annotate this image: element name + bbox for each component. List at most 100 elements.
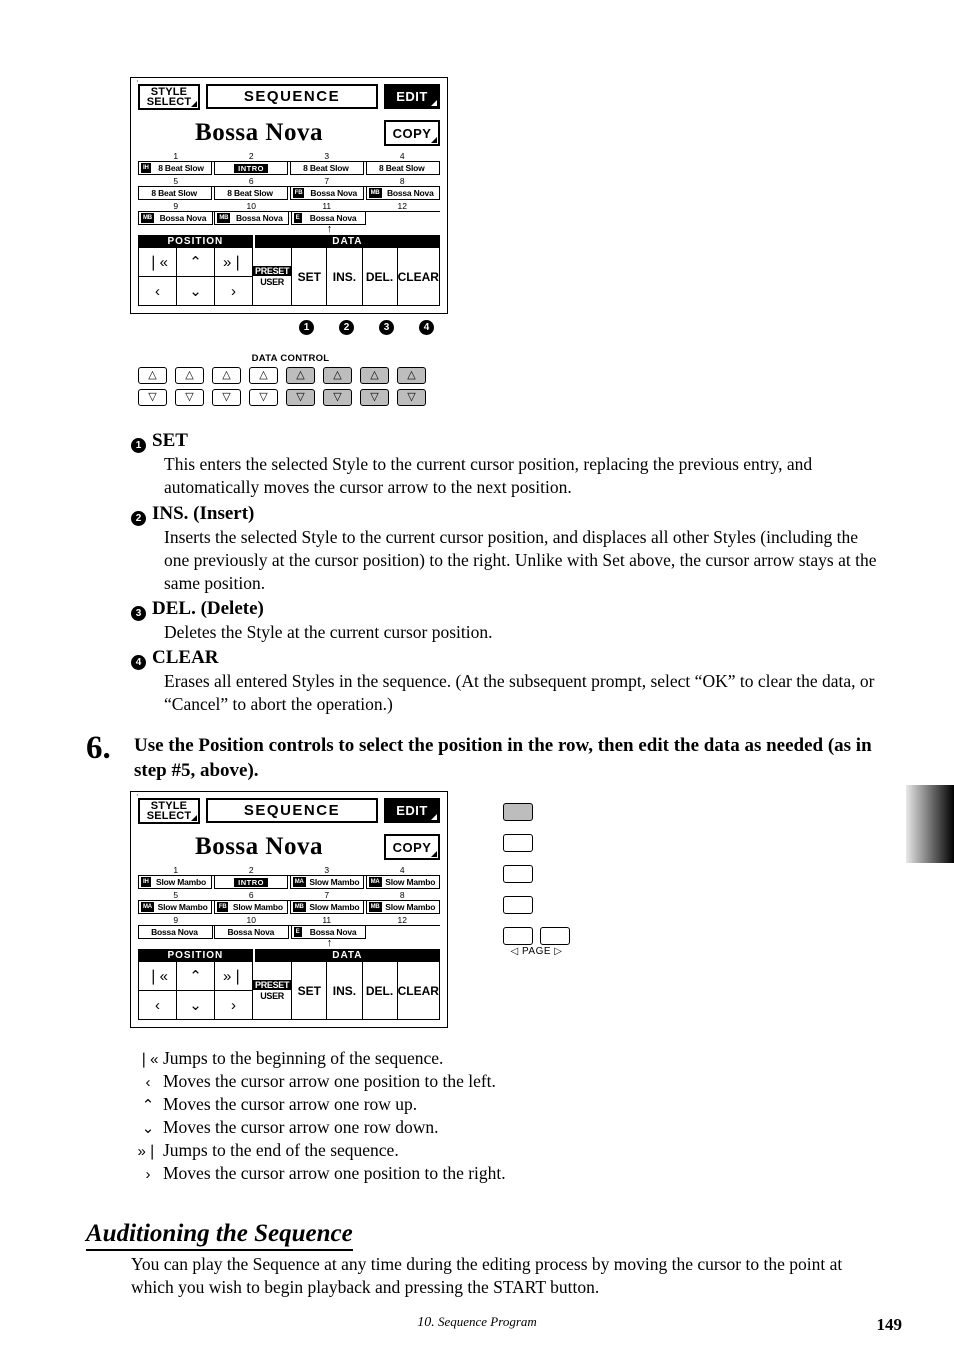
callout-number: 1 — [299, 320, 314, 335]
move-left-button[interactable]: ‹ — [139, 991, 176, 1019]
page-prev-button[interactable] — [503, 927, 533, 945]
row-down-button[interactable]: ⌄ — [177, 277, 214, 305]
sequence-cell-label: Slow Mambo — [385, 901, 436, 912]
item-title: SET — [152, 430, 188, 451]
item-body: Deletes the Style at the current cursor … — [164, 622, 493, 642]
section-badge: MA — [368, 877, 382, 887]
preset-user-toggle[interactable]: PRESET USER — [253, 962, 293, 1019]
sequence-cell-row: MB Bossa Nova MB Bossa Nova E Bossa Nova — [138, 211, 440, 225]
delete-button[interactable]: DEL. — [363, 962, 398, 1019]
section-badge: FB — [216, 902, 229, 912]
data-control-down-button[interactable]: ▽ — [397, 389, 426, 406]
row-up-button[interactable]: ⌃ — [177, 248, 214, 277]
insert-button[interactable]: INS. — [327, 248, 363, 305]
move-right-button[interactable]: › — [215, 277, 252, 305]
position-number: 12 — [397, 915, 407, 925]
preset-user-toggle[interactable]: PRESET USER — [253, 248, 293, 305]
copy-label: COPY — [392, 125, 432, 141]
data-control-down-button[interactable]: ▽ — [323, 389, 352, 406]
legend-text: Jumps to the end of the sequence. — [163, 1140, 399, 1160]
position-number: 3 — [324, 865, 330, 875]
row-up-button[interactable]: ⌃ — [177, 962, 214, 991]
data-control-down-button[interactable]: ▽ — [138, 389, 167, 406]
position-number: 8 — [399, 890, 405, 900]
data-control-down-button[interactable]: ▽ — [360, 389, 389, 406]
data-control-up-button[interactable]: △ — [212, 367, 241, 384]
style-select-button[interactable]: STYLE SELECT — [138, 798, 200, 824]
data-control-up-button[interactable]: △ — [323, 367, 352, 384]
sequence-cell[interactable]: MB Bossa Nova — [365, 187, 440, 200]
callout-number: 2 — [339, 320, 354, 335]
jump-start-button[interactable]: ❘« — [139, 962, 176, 991]
copy-button[interactable]: COPY — [384, 834, 440, 860]
jump-end-button[interactable]: »❘ — [215, 248, 252, 277]
sequence-cell[interactable]: 8 Beat Slow — [365, 162, 440, 175]
data-control-up-button[interactable]: △ — [175, 367, 204, 384]
preset-label: PRESET — [253, 266, 292, 276]
sequence-cell[interactable]: Bossa Nova — [138, 926, 213, 939]
lcd-header: STYLE SELECT SEQUENCE EDIT — [138, 84, 440, 114]
jump-end-button[interactable]: »❘ — [215, 962, 252, 991]
sequence-cell[interactable]: MA Slow Mambo — [289, 876, 365, 889]
copy-button[interactable]: COPY — [384, 120, 440, 146]
sequence-row: 56788 Beat Slow 8 Beat Slow FB Bossa Nova MB… — [138, 176, 440, 200]
set-button[interactable]: SET — [292, 962, 328, 1019]
sequence-cell[interactable]: MB Slow Mambo — [365, 901, 440, 914]
data-control-up-button[interactable]: △ — [138, 367, 167, 384]
sequence-cell[interactable]: MB Slow Mambo — [289, 901, 365, 914]
item-body: Inserts the selected Style to the curren… — [164, 527, 877, 593]
clear-button[interactable]: CLEAR — [398, 248, 439, 305]
sequence-cell[interactable]: MB Bossa Nova — [138, 212, 213, 225]
callout-number: 3 — [379, 320, 394, 335]
move-right-button[interactable]: › — [215, 991, 252, 1019]
sequence-cell[interactable]: INTRO — [213, 876, 289, 889]
legend-text: Jumps to the beginning of the sequence. — [163, 1048, 444, 1068]
data-control-up-button[interactable]: △ — [397, 367, 426, 384]
sequence-cell-row: 8 Beat Slow 8 Beat Slow FB Bossa Nova MB Boss… — [138, 186, 440, 200]
clear-button[interactable]: CLEAR — [398, 962, 439, 1019]
jump-start-button[interactable]: ❘« — [139, 248, 176, 277]
data-control-down-button[interactable]: ▽ — [175, 389, 204, 406]
sequence-cell[interactable]: 8 Beat Slow — [138, 187, 213, 200]
data-control-up-button[interactable]: △ — [286, 367, 315, 384]
data-control-up-button[interactable]: △ — [360, 367, 389, 384]
side-soft-button[interactable] — [503, 896, 533, 914]
move-left-button[interactable]: ‹ — [139, 277, 176, 305]
sequence-cell-row: IH 8 Beat Slow INTRO 8 Beat Slow 8 Beat Slow — [138, 161, 440, 175]
data-control-up-button[interactable]: △ — [249, 367, 278, 384]
sequence-cell[interactable]: MB Bossa Nova — [214, 212, 290, 225]
data-control-down-button[interactable]: ▽ — [249, 389, 278, 406]
side-soft-button[interactable] — [503, 803, 533, 821]
sequence-cell-label: Bossa Nova — [227, 926, 275, 937]
edit-button[interactable]: EDIT — [384, 84, 440, 109]
corner-fold-icon — [431, 137, 437, 143]
edit-button[interactable]: EDIT — [384, 798, 440, 823]
sequence-cell[interactable]: Bossa Nova — [214, 926, 290, 939]
sequence-cell-label: INTRO — [234, 163, 268, 173]
style-select-label-line2: SELECT — [146, 810, 192, 822]
sequence-cell[interactable]: IH 8 Beat Slow — [138, 162, 213, 175]
edit-label: EDIT — [396, 803, 428, 818]
row-down-button[interactable]: ⌄ — [177, 991, 214, 1019]
page-next-button[interactable] — [540, 927, 570, 945]
sequence-cell[interactable]: 8 Beat Slow — [213, 187, 289, 200]
side-soft-button[interactable] — [503, 865, 533, 883]
style-select-button[interactable]: STYLE SELECT — [138, 84, 200, 110]
sequence-cell[interactable]: FB Bossa Nova — [289, 187, 365, 200]
insert-button[interactable]: INS. — [327, 962, 363, 1019]
page-label: ◁ PAGE ▷ — [510, 946, 563, 957]
sequence-row-numbers: 5 6 7 8 — [138, 176, 440, 186]
sequence-cell[interactable]: INTRO — [213, 162, 289, 175]
set-button[interactable]: SET — [292, 248, 328, 305]
sequence-cell[interactable]: FB Slow Mambo — [213, 901, 289, 914]
data-control-down-button[interactable]: ▽ — [286, 389, 315, 406]
sequence-cell[interactable]: MA Slow Mambo — [138, 901, 213, 914]
sequence-cell[interactable]: 8 Beat Slow — [289, 162, 365, 175]
data-control-down-button[interactable]: ▽ — [212, 389, 241, 406]
lcd-style-row: Bossa Nova COPY — [138, 830, 440, 864]
position-number: 2 — [248, 151, 254, 161]
side-soft-button[interactable] — [503, 834, 533, 852]
sequence-cell[interactable]: IH Slow Mambo — [138, 876, 213, 889]
delete-button[interactable]: DEL. — [363, 248, 398, 305]
sequence-cell[interactable]: MA Slow Mambo — [365, 876, 440, 889]
